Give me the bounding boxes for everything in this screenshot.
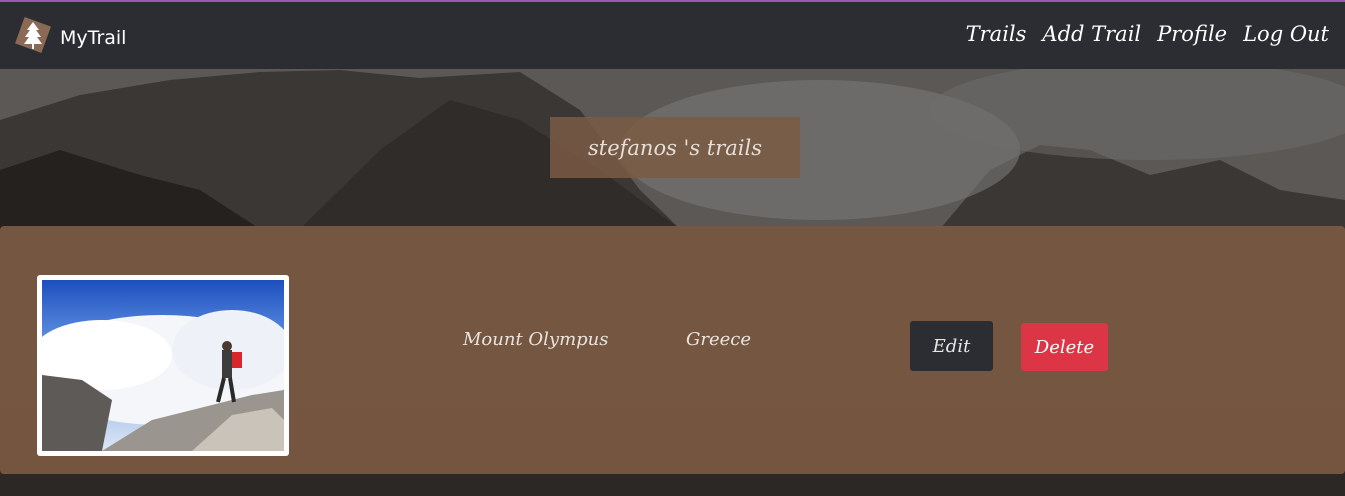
tree-logo-icon[interactable] — [12, 14, 54, 56]
trail-thumbnail — [37, 275, 289, 456]
hiker-photo — [42, 280, 284, 451]
trail-country: Greece — [686, 329, 752, 350]
navbar: MyTrail Trails Add Trail Profile Log Out — [0, 2, 1345, 69]
delete-button[interactable]: Delete — [1021, 323, 1108, 371]
nav-link-profile[interactable]: Profile — [1157, 22, 1227, 46]
nav-link-trails[interactable]: Trails — [966, 22, 1027, 46]
brand-name[interactable]: MyTrail — [60, 27, 126, 49]
nav-links: Trails Add Trail Profile Log Out — [966, 22, 1329, 46]
nav-link-add-trail[interactable]: Add Trail — [1042, 22, 1141, 46]
trail-card: Mount Olympus Greece Edit Delete — [0, 226, 1345, 474]
edit-button[interactable]: Edit — [910, 321, 993, 371]
nav-link-log-out[interactable]: Log Out — [1243, 22, 1329, 46]
trail-name: Mount Olympus — [463, 329, 609, 350]
page-title: stefanos 's trails — [550, 117, 800, 178]
